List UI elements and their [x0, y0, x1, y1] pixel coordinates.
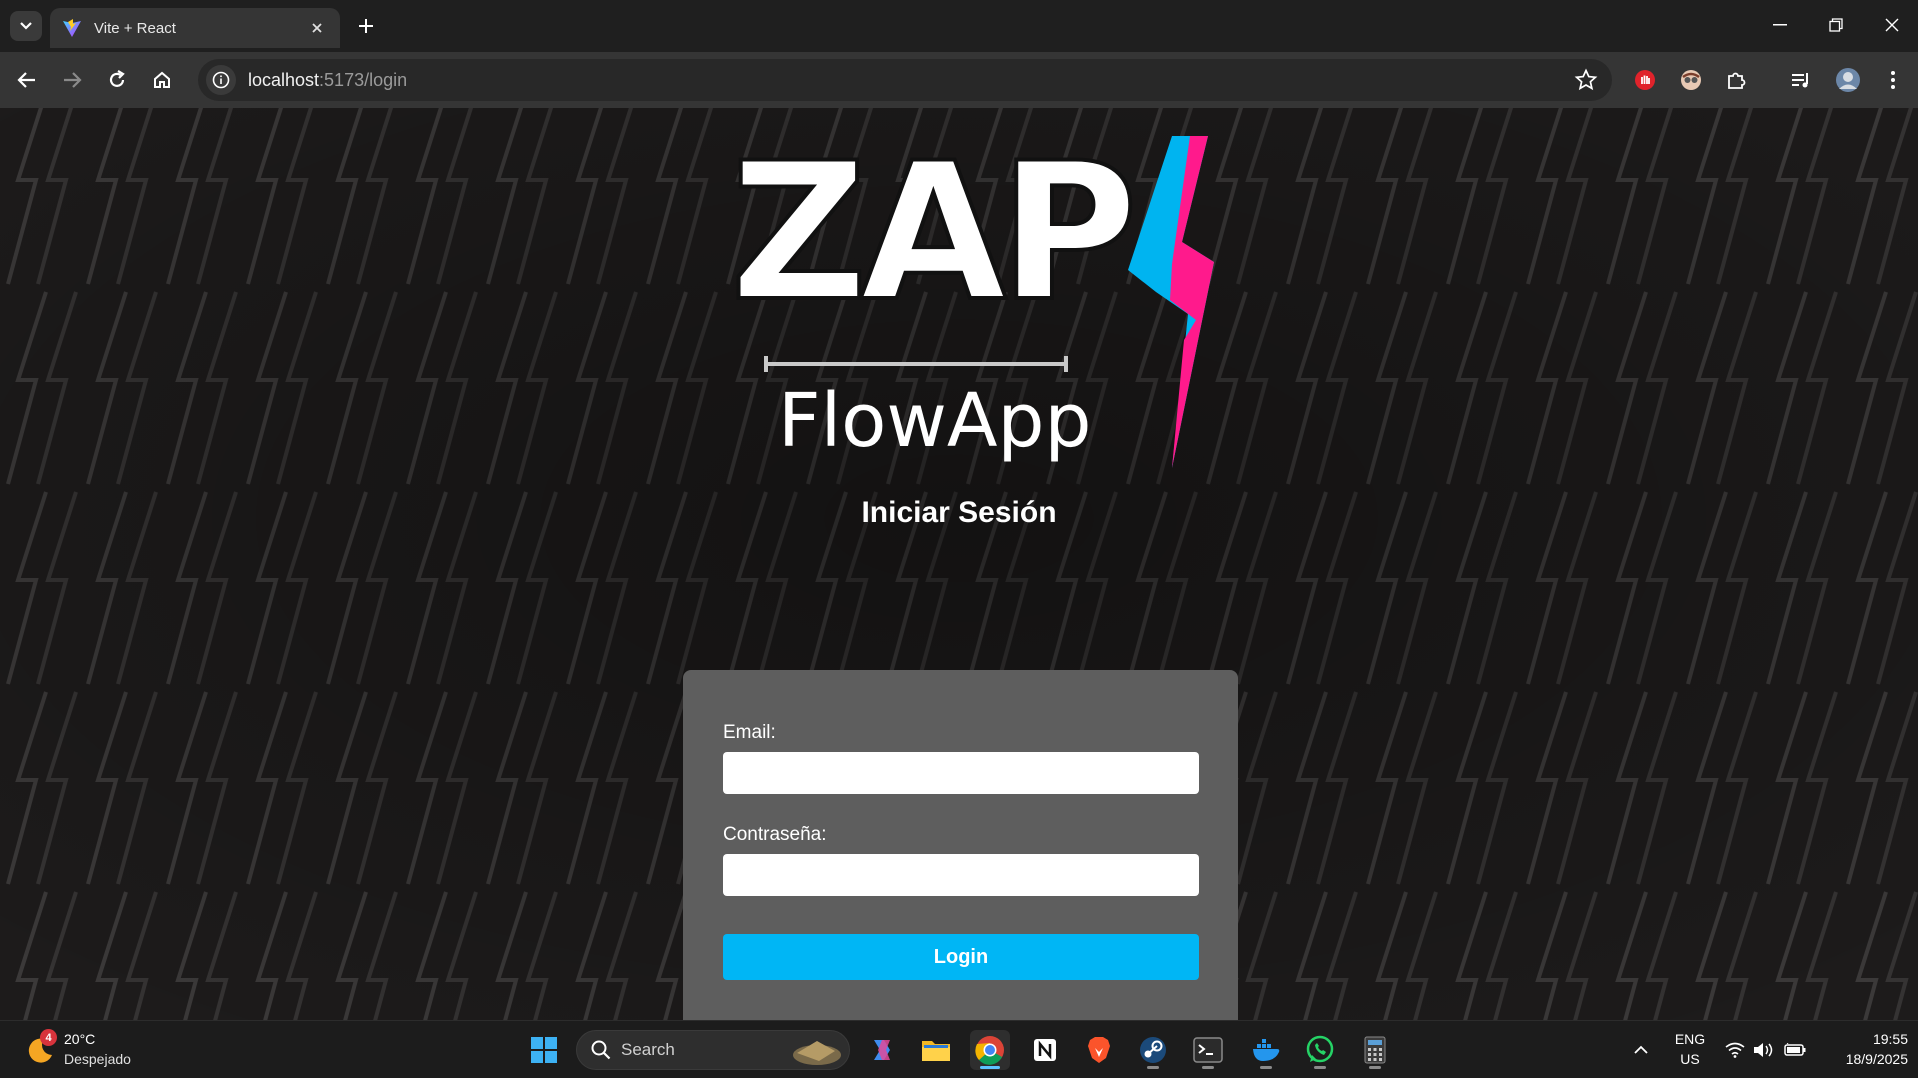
active-app-indicator	[980, 1066, 1000, 1069]
page-title: Iniciar Sesión	[861, 496, 1057, 529]
restore-icon[interactable]	[1808, 0, 1864, 50]
volume-icon[interactable]	[1753, 1039, 1775, 1061]
lightning-bolt-icon	[1128, 136, 1214, 468]
whatsapp-icon	[1306, 1035, 1334, 1063]
clock-date: 18/9/2025	[1845, 1051, 1908, 1067]
bookmark-star-icon[interactable]	[1574, 68, 1598, 92]
open-app-indicator	[1202, 1066, 1214, 1069]
weather-condition: Despejado	[64, 1051, 131, 1067]
wifi-icon[interactable]	[1724, 1039, 1746, 1061]
extension-face-icon[interactable]	[1675, 64, 1707, 96]
profile-avatar[interactable]	[1832, 64, 1864, 96]
login-page: ZAP FlowApp Iniciar Sesión Email: Contra…	[0, 108, 1918, 1020]
weather-badge: 4	[40, 1029, 57, 1046]
extensions-puzzle-icon[interactable]	[1720, 64, 1752, 96]
browser-tab-strip: Vite + React	[0, 0, 1918, 52]
zap-flowapp-logo: ZAP FlowApp	[720, 130, 1240, 470]
password-label: Contraseña:	[723, 824, 827, 845]
taskbar-brave[interactable]	[1079, 1030, 1119, 1070]
taskbar-terminal[interactable]	[1188, 1030, 1228, 1070]
windows-start-icon	[531, 1037, 557, 1063]
password-input[interactable]	[723, 854, 1199, 896]
file-explorer-icon	[922, 1041, 950, 1061]
new-tab-plus-icon[interactable]	[352, 12, 380, 40]
site-info-icon[interactable]	[206, 65, 236, 95]
vite-favicon-icon	[63, 19, 81, 37]
more-menu-icon[interactable]	[1877, 64, 1909, 96]
media-controls-icon[interactable]	[1785, 64, 1817, 96]
tab-title: Vite + React	[94, 19, 176, 37]
minimize-icon[interactable]	[1752, 0, 1808, 50]
terminal-icon	[1193, 1037, 1223, 1063]
home-icon[interactable]	[146, 64, 178, 96]
chevron-down-icon	[20, 22, 32, 30]
login-form-card: Email: Contraseña: Login	[683, 670, 1238, 1020]
close-window-icon[interactable]	[1864, 0, 1918, 50]
open-app-indicator	[1147, 1066, 1159, 1069]
taskbar-chrome[interactable]	[970, 1030, 1010, 1070]
keyboard-region: US	[1680, 1051, 1700, 1067]
reload-icon[interactable]	[101, 64, 133, 96]
address-bar[interactable]: localhost:5173/login	[198, 59, 1612, 101]
battery-charging-icon[interactable]	[1784, 1039, 1806, 1061]
open-app-indicator	[1260, 1066, 1272, 1069]
start-button[interactable]	[524, 1030, 564, 1070]
email-input[interactable]	[723, 752, 1199, 794]
search-placeholder: Search	[621, 1040, 675, 1059]
windows-taskbar: 4 20°C Despejado Search ENG US 19:55 18/…	[0, 1020, 1918, 1078]
url-path: :5173/login	[319, 69, 408, 90]
taskbar-calculator[interactable]	[1355, 1030, 1395, 1070]
taskbar-docker[interactable]	[1246, 1030, 1286, 1070]
taskbar-whatsapp[interactable]	[1300, 1030, 1340, 1070]
weather-temperature: 20°C	[64, 1031, 96, 1047]
steam-icon	[1140, 1037, 1166, 1063]
copilot-icon	[874, 1040, 890, 1060]
notion-icon	[1034, 1039, 1056, 1061]
open-app-indicator	[1369, 1066, 1381, 1069]
taskbar-search[interactable]: Search	[576, 1030, 850, 1070]
show-hidden-icons-chevron-icon[interactable]	[1630, 1039, 1652, 1061]
logo-subtitle: FlowApp	[778, 378, 1092, 464]
forward-arrow-icon[interactable]	[56, 64, 88, 96]
back-arrow-icon[interactable]	[11, 64, 43, 96]
email-label: Email:	[723, 722, 776, 743]
extension-stop-icon[interactable]	[1629, 64, 1661, 96]
login-button[interactable]: Login	[723, 934, 1199, 980]
url-host: localhost	[248, 69, 320, 90]
docker-icon	[1253, 1039, 1280, 1061]
chrome-icon	[975, 1036, 1004, 1065]
tab-close-icon[interactable]	[306, 17, 328, 39]
calculator-icon	[1364, 1036, 1386, 1064]
search-icon	[591, 1040, 611, 1060]
taskbar-steam[interactable]	[1133, 1030, 1173, 1070]
tab-search-button[interactable]	[10, 11, 42, 41]
logo-divider	[764, 356, 1068, 372]
browser-tab[interactable]: Vite + React	[50, 8, 340, 48]
clock-time: 19:55	[1872, 1031, 1908, 1047]
language-code: ENG	[1674, 1031, 1706, 1047]
taskbar-notion[interactable]	[1025, 1030, 1065, 1070]
logo-wordmark: ZAP	[728, 122, 1140, 343]
browser-toolbar: localhost:5173/login	[0, 52, 1918, 108]
open-app-indicator	[1314, 1066, 1326, 1069]
taskbar-copilot[interactable]	[862, 1030, 902, 1070]
taskbar-file-explorer[interactable]	[916, 1030, 956, 1070]
brave-icon	[1088, 1037, 1110, 1063]
search-highlight-icon	[793, 1041, 841, 1065]
